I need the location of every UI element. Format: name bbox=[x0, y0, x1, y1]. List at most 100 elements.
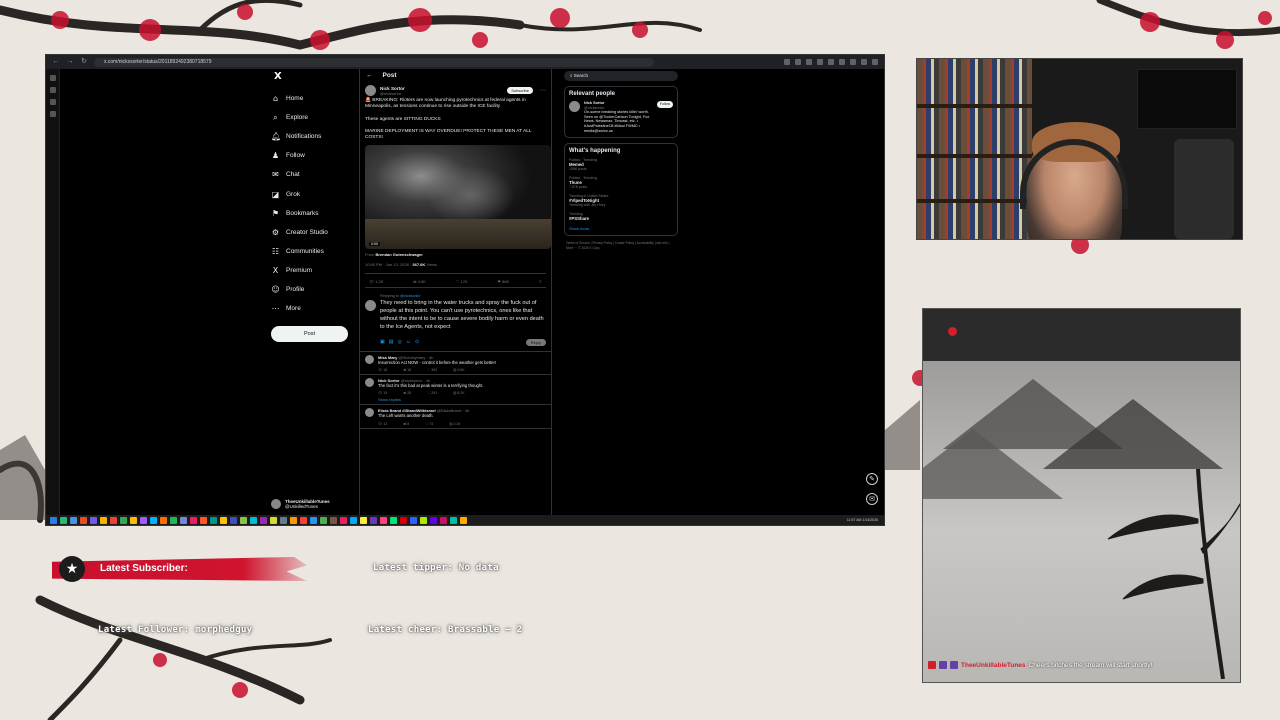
reply-action[interactable]: 💬︎ 12 bbox=[378, 422, 387, 426]
taskbar-app-icon[interactable] bbox=[170, 516, 177, 524]
gif-icon[interactable]: ▤ bbox=[389, 339, 394, 345]
like-action[interactable]: ♡ 392 bbox=[427, 368, 437, 372]
nav-item-profile[interactable]: ☺ Profile bbox=[271, 280, 361, 299]
author-handle[interactable]: @nicksortor bbox=[380, 91, 405, 96]
reply-textarea[interactable]: They need to bring in the water trucks a… bbox=[380, 300, 546, 331]
grok-float-icon[interactable]: ✎ bbox=[866, 473, 878, 485]
taskbar-app-icon[interactable] bbox=[90, 516, 97, 524]
nav-item-chat[interactable]: ✉ Chat bbox=[271, 165, 361, 184]
nav-item-creator-studio[interactable]: ⚙ Creator Studio bbox=[271, 223, 361, 242]
taskbar-app-icon[interactable] bbox=[340, 516, 347, 524]
taskbar-app-icon[interactable] bbox=[210, 516, 217, 524]
taskbar-app-icon[interactable] bbox=[450, 516, 457, 524]
follow-button[interactable]: Follow bbox=[656, 101, 673, 108]
nav-item-more[interactable]: ⋯ More bbox=[271, 299, 361, 318]
bookmark-star-icon[interactable] bbox=[784, 59, 790, 65]
reply-tweet[interactable]: Elicia Brand #IStandWithIsrael @EliciaBr… bbox=[360, 405, 551, 429]
like-action[interactable]: ♡ 74 bbox=[425, 422, 433, 426]
grok-icon[interactable]: ◎ bbox=[397, 339, 401, 345]
taskbar-app-icon[interactable] bbox=[200, 516, 207, 524]
reply-action[interactable]: 💬︎ 1.2K bbox=[369, 279, 383, 284]
address-bar[interactable]: x.com/nickssorter/status/201189249238071… bbox=[94, 57, 654, 67]
forward-icon[interactable]: → bbox=[66, 58, 74, 66]
extension-icon[interactable] bbox=[817, 59, 823, 65]
reply-button[interactable]: Reply bbox=[525, 338, 546, 346]
taskbar-app-icon[interactable] bbox=[130, 516, 137, 524]
more-options-icon[interactable]: ⋯ bbox=[540, 87, 546, 94]
avatar[interactable] bbox=[365, 354, 374, 364]
sidebar-app-icon[interactable] bbox=[49, 111, 56, 117]
menu-icon[interactable] bbox=[839, 59, 845, 65]
reply-tweet[interactable]: Nick Sortor @nicksortor · 4h The fact it'… bbox=[360, 375, 551, 406]
taskbar-app-icon[interactable] bbox=[290, 516, 297, 524]
taskbar-app-icon[interactable] bbox=[330, 516, 337, 524]
taskbar-app-icon[interactable] bbox=[320, 516, 327, 524]
taskbar-app-icon[interactable] bbox=[440, 516, 447, 524]
avatar[interactable] bbox=[365, 378, 374, 388]
sidebar-app-icon[interactable] bbox=[49, 99, 56, 105]
minimize-icon[interactable] bbox=[850, 59, 856, 65]
taskbar-app-icon[interactable] bbox=[430, 516, 437, 524]
taskbar-app-icon[interactable] bbox=[180, 516, 187, 524]
tweet-video[interactable]: 0:00 bbox=[365, 145, 551, 250]
location-icon[interactable]: ⊙ bbox=[415, 339, 419, 345]
taskbar-app-icon[interactable] bbox=[50, 516, 57, 524]
nav-item-home[interactable]: ⌂ Home bbox=[271, 89, 361, 108]
taskbar-app-icon[interactable] bbox=[420, 516, 427, 524]
trend-item[interactable]: Politics · Trending Memed 108K posts bbox=[569, 158, 673, 171]
nav-item-explore[interactable]: ⌕ Explore bbox=[271, 108, 361, 127]
nav-item-bookmarks[interactable]: ⚑ Bookmarks bbox=[271, 204, 361, 223]
views-action[interactable]: ▥ 2.1K bbox=[449, 422, 460, 426]
account-switcher[interactable]: TheeUnkillableTunes @UnkilledTunes bbox=[271, 499, 330, 509]
image-icon[interactable]: ▣ bbox=[380, 339, 385, 345]
trend-item[interactable]: Trending in United States #VlpedToNight Tr… bbox=[569, 194, 673, 207]
tweet-timestamp[interactable]: 10:50 PM · Jan 13, 2026 · bbox=[365, 262, 411, 267]
sidebar-app-icon[interactable] bbox=[49, 87, 56, 93]
taskbar-app-icon[interactable] bbox=[360, 516, 367, 524]
nav-item-communities[interactable]: ☷ Communities bbox=[271, 242, 361, 261]
taskbar-app-icon[interactable] bbox=[280, 516, 287, 524]
show-more-link[interactable]: Show more bbox=[569, 226, 673, 231]
taskbar-app-icon[interactable] bbox=[260, 516, 267, 524]
repost-action[interactable]: ⇄ 28 bbox=[403, 391, 411, 395]
extension-icon[interactable] bbox=[806, 59, 812, 65]
avatar[interactable] bbox=[365, 408, 374, 418]
taskbar-app-icon[interactable] bbox=[270, 516, 277, 524]
author-name[interactable]: Nick Sortor bbox=[380, 86, 405, 91]
taskbar-app-icon[interactable] bbox=[230, 516, 237, 524]
taskbar-app-icon[interactable] bbox=[390, 516, 397, 524]
share-icon[interactable]: ⇪ bbox=[539, 279, 542, 284]
taskbar-app-icon[interactable] bbox=[240, 516, 247, 524]
emoji-icon[interactable]: ☺ bbox=[406, 339, 411, 345]
search-input[interactable]: ⌕ Search bbox=[564, 71, 678, 81]
replying-to-handle[interactable]: @nicksortor bbox=[400, 294, 420, 298]
views-action[interactable]: ▥ 8.2K bbox=[453, 391, 464, 395]
taskbar-app-icon[interactable] bbox=[70, 516, 77, 524]
taskbar-app-icon[interactable] bbox=[350, 516, 357, 524]
taskbar-app-icon[interactable] bbox=[370, 516, 377, 524]
nav-item-notifications[interactable]: 🔔︎ Notifications bbox=[271, 127, 361, 146]
taskbar-app-icon[interactable] bbox=[220, 516, 227, 524]
taskbar-app-icon[interactable] bbox=[190, 516, 197, 524]
video-source-user[interactable]: Brendan Gutenschwager bbox=[375, 252, 422, 257]
taskbar-app-icon[interactable] bbox=[100, 516, 107, 524]
taskbar-app-icon[interactable] bbox=[310, 516, 317, 524]
taskbar-app-icon[interactable] bbox=[60, 516, 67, 524]
repost-action[interactable]: ⇄ 8 bbox=[403, 422, 409, 426]
extension-icon[interactable] bbox=[795, 59, 801, 65]
avatar[interactable] bbox=[365, 85, 376, 96]
views-action[interactable]: ▥ 9.6K bbox=[453, 368, 464, 372]
taskbar-app-icon[interactable] bbox=[410, 516, 417, 524]
taskbar-app-icon[interactable] bbox=[380, 516, 387, 524]
sidebar-app-icon[interactable] bbox=[49, 75, 56, 81]
taskbar-app-icon[interactable] bbox=[250, 516, 257, 524]
repost-action[interactable]: ⇄ 18 bbox=[403, 368, 411, 372]
extension-icon[interactable] bbox=[828, 59, 834, 65]
taskbar-app-icon[interactable] bbox=[300, 516, 307, 524]
close-icon[interactable] bbox=[872, 59, 878, 65]
subscribe-button[interactable]: Subscribe bbox=[507, 87, 533, 94]
bookmark-action[interactable]: ⚑ 869 bbox=[497, 279, 508, 284]
post-button[interactable]: Post bbox=[271, 326, 348, 343]
taskbar-app-icon[interactable] bbox=[140, 516, 147, 524]
maximize-icon[interactable] bbox=[861, 59, 867, 65]
